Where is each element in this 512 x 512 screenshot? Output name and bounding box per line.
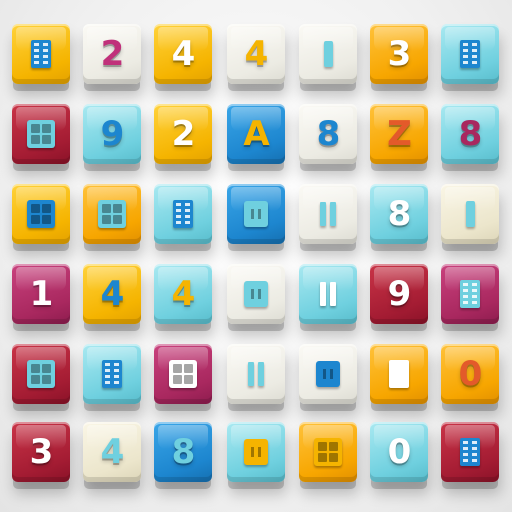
grid-bars-icon: [460, 438, 480, 466]
panel-icon: [244, 439, 268, 465]
tile-r6-c7: [441, 422, 499, 482]
tile-glyph: 3: [29, 432, 54, 472]
tile-glyph: 0: [458, 354, 483, 394]
tile-glyph: 4: [171, 34, 196, 74]
tile-glyph: 4: [100, 432, 125, 472]
grid-bars-icon: [102, 360, 122, 388]
tile-r5-c5: [299, 344, 357, 404]
window-grid-icon: [27, 360, 55, 388]
tile-glyph: A: [243, 114, 269, 154]
single-bar-icon: [466, 201, 475, 227]
window-grid-icon: [27, 200, 55, 228]
tile-r2-c5: 8: [299, 104, 357, 164]
tile-glyph: 8: [458, 114, 483, 154]
grid-bars-icon: [389, 360, 409, 388]
tile-r4-c2: 4: [83, 264, 141, 324]
tile-r3-c2: [83, 184, 141, 244]
tile-r4-c3: 4: [154, 264, 212, 324]
tile-r4-c4: [227, 264, 285, 324]
window-grid-icon: [27, 120, 55, 148]
tile-r6-c1: 3: [12, 422, 70, 482]
double-bar-icon: [248, 362, 264, 386]
tile-glyph: 4: [171, 274, 196, 314]
tile-r6-c4: [227, 422, 285, 482]
window-grid-icon: [98, 200, 126, 228]
tile-glyph: 2: [100, 34, 125, 74]
tile-r2-c6: Z: [370, 104, 428, 164]
tile-glyph: 9: [100, 114, 125, 154]
tile-r4-c6: 9: [370, 264, 428, 324]
tile-glyph: 0: [387, 432, 412, 472]
tile-glyph: 8: [171, 432, 196, 472]
tile-r2-c3: 2: [154, 104, 212, 164]
tile-r2-c4: A: [227, 104, 285, 164]
tile-r3-c6: 8: [370, 184, 428, 244]
tile-r1-c3: 4: [154, 24, 212, 84]
grid-bars-icon: [31, 40, 51, 68]
grid-bars-icon: [173, 200, 193, 228]
tile-glyph: Z: [387, 114, 412, 154]
tile-r6-c6: 0: [370, 422, 428, 482]
tile-glyph: 2: [171, 114, 196, 154]
tile-r1-c1: [12, 24, 70, 84]
tile-r1-c7: [441, 24, 499, 84]
double-bar-icon: [320, 202, 336, 226]
tile-r4-c1: 1: [12, 264, 70, 324]
tile-r5-c6: [370, 344, 428, 404]
panel-icon: [244, 201, 268, 227]
tile-r3-c5: [299, 184, 357, 244]
tile-r1-c6: 3: [370, 24, 428, 84]
tile-r5-c3: [154, 344, 212, 404]
tile-r2-c7: 8: [441, 104, 499, 164]
tile-r3-c3: [154, 184, 212, 244]
tile-r2-c1: [12, 104, 70, 164]
tile-r5-c4: [227, 344, 285, 404]
tile-r1-c4: 4: [227, 24, 285, 84]
tile-glyph: 1: [29, 274, 54, 314]
tile-r3-c4: [227, 184, 285, 244]
tile-glyph: 3: [387, 34, 412, 74]
window-grid-icon: [314, 438, 342, 466]
tile-r3-c7: [441, 184, 499, 244]
tile-r1-c2: 2: [83, 24, 141, 84]
tile-r6-c5: [299, 422, 357, 482]
double-bar-icon: [320, 282, 336, 306]
single-bar-icon: [324, 41, 333, 67]
tile-glyph: 4: [244, 34, 269, 74]
grid-bars-icon: [460, 40, 480, 68]
tile-glyph: 4: [100, 274, 125, 314]
tile-r5-c1: [12, 344, 70, 404]
tile-r4-c7: [441, 264, 499, 324]
panel-icon: [316, 361, 340, 387]
tile-r3-c1: [12, 184, 70, 244]
tile-r2-c2: 9: [83, 104, 141, 164]
panel-icon: [244, 281, 268, 307]
tile-r5-c2: [83, 344, 141, 404]
tile-r6-c2: 4: [83, 422, 141, 482]
tile-glyph: 8: [387, 194, 412, 234]
tile-r6-c3: 8: [154, 422, 212, 482]
tile-glyph: 9: [387, 274, 412, 314]
tile-r4-c5: [299, 264, 357, 324]
tile-glyph: 8: [316, 114, 341, 154]
tile-grid: 2 4 4 3 9 2 A 8 Z 8 8 1 4 4 9 0 3 4 8 0: [0, 0, 512, 512]
tile-r1-c5: [299, 24, 357, 84]
tile-r5-c7: 0: [441, 344, 499, 404]
window-grid-icon: [169, 360, 197, 388]
grid-bars-icon: [460, 280, 480, 308]
